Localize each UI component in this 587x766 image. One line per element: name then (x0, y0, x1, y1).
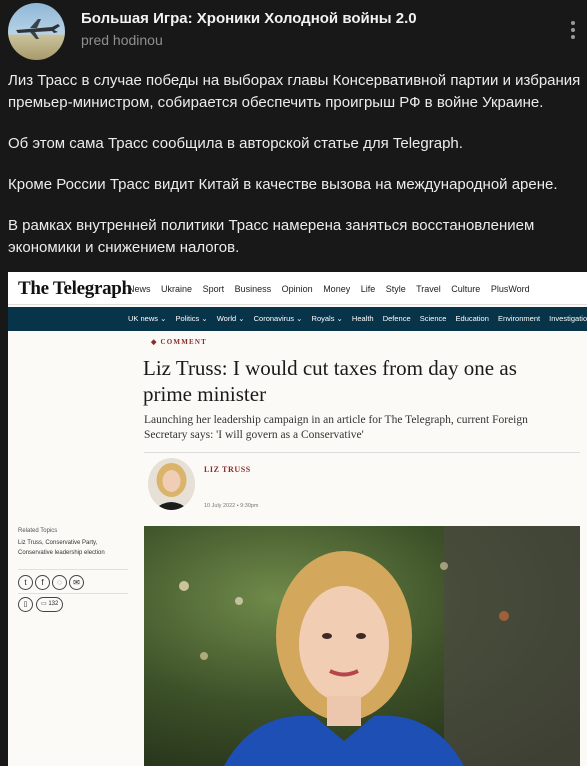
telegraph-subnav: UK news ⌄ Politics ⌄ World ⌄ Coronavirus… (8, 307, 587, 331)
related-topics: Liz Truss, Conservative Party, Conservat… (18, 540, 105, 556)
nav-item: Ukraine (161, 284, 193, 294)
subnav-item: UK news ⌄ (128, 314, 167, 323)
post-header: Большая Игра: Хроники Холодной войны 2.0… (0, 0, 587, 62)
subnav-item: Education (455, 314, 489, 323)
subnav-item: Politics ⌄ (175, 314, 208, 323)
article-standfirst: Launching her leadership campaign in an … (144, 414, 528, 441)
share-row: t f ◌ ✉ (18, 569, 128, 590)
post-paragraph: Лиз Трасс в случае победы на выборах гла… (8, 72, 581, 111)
whatsapp-icon: ◌ (52, 575, 67, 590)
author-photo (148, 458, 195, 510)
post-paragraph: В рамках внутренней политики Трасс намер… (8, 217, 535, 256)
comments-count: 132 (48, 601, 59, 607)
subnav-item: Defence (382, 314, 411, 323)
airplane-icon (16, 19, 60, 39)
subnav-item: Coronavirus ⌄ (253, 314, 303, 323)
nav-item: Sport (202, 284, 225, 294)
related-topics-label: Related Topics (18, 528, 58, 534)
subnav-item: Royals ⌄ (311, 314, 343, 323)
telegraph-logo: The Telegraph (18, 278, 132, 299)
author-name: LIZ TRUSS (204, 465, 251, 474)
nav-item: PlusWord (490, 284, 530, 294)
post-time: pred hodinou (81, 32, 163, 48)
article-kicker: ◆ COMMENT (151, 338, 208, 346)
twitter-icon: t (18, 575, 33, 590)
nav-item: Style (385, 284, 406, 294)
subnav-item: Environment (497, 314, 541, 323)
nav-item: Business (234, 284, 272, 294)
post-paragraph: Кроме России Трасс видит Китай в качеств… (8, 176, 558, 193)
telegraph-nav: News Ukraine Sport Business Opinion Mone… (128, 284, 538, 294)
email-icon: ✉ (69, 575, 84, 590)
nav-item: Culture (451, 284, 481, 294)
nav-item: Opinion (281, 284, 313, 294)
channel-name[interactable]: Большая Игра: Хроники Холодной войны 2.0 (81, 10, 417, 27)
more-options-icon[interactable] (567, 19, 579, 43)
divider (144, 452, 580, 453)
article-photo (144, 526, 580, 766)
post-paragraph: Об этом сама Трасс сообщила в авторской … (8, 135, 463, 152)
bookmark-icon: ▯ (18, 597, 33, 612)
article-screenshot[interactable]: The Telegraph News Ukraine Sport Busines… (8, 272, 587, 766)
channel-avatar[interactable] (8, 3, 65, 60)
subnav-item: World ⌄ (216, 314, 245, 323)
comments-button: ▭ 132 (36, 597, 64, 612)
subnav-item: Health (351, 314, 374, 323)
article-headline: Liz Truss: I would cut taxes from day on… (143, 356, 517, 406)
subnav-item: Investigations (549, 314, 587, 323)
nav-item: Life (360, 284, 376, 294)
nav-item: Travel (416, 284, 441, 294)
telegraph-topbar: The Telegraph News Ukraine Sport Busines… (8, 272, 587, 305)
save-row: ▯ ▭ 132 (18, 593, 128, 613)
facebook-icon: f (35, 575, 50, 590)
nav-item: News (128, 284, 151, 294)
subnav-item: Science (419, 314, 447, 323)
nav-item: Money (323, 284, 351, 294)
article-date: 10 July 2022 • 9:30pm (204, 503, 259, 509)
post-text: Лиз Трасс в случае победы на выборах гла… (8, 70, 582, 278)
